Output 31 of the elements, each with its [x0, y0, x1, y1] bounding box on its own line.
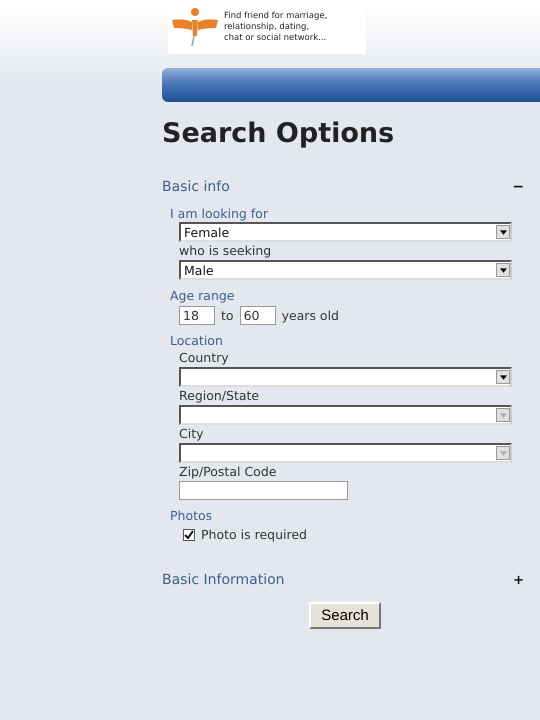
checkbox[interactable] — [183, 528, 195, 540]
checkbox-label[interactable]: Photo is required — [201, 527, 307, 542]
section-title[interactable]: Basic info — [162, 179, 230, 195]
figure-logo-icon — [170, 6, 220, 48]
tagline-text: Find friend for marriage, — [224, 10, 328, 22]
field-label: who is seeking — [179, 242, 272, 260]
range-separator: to — [221, 308, 234, 323]
dropdown[interactable]: Female — [179, 222, 512, 242]
toggle-sign[interactable]: + — [513, 572, 524, 588]
group-label: I am looking for — [170, 205, 269, 222]
dropdown[interactable] — [179, 405, 512, 425]
input-field[interactable]: 18 — [179, 306, 215, 325]
toggle-sign[interactable]: − — [512, 179, 524, 195]
range-suffix: years old — [282, 308, 339, 323]
field-label: Region/State — [179, 387, 260, 405]
search-button[interactable]: Search — [309, 602, 381, 629]
dropdown[interactable]: Male — [179, 260, 512, 280]
field-label: Zip/Postal Code — [179, 463, 278, 481]
page-title: Search Options — [162, 118, 396, 149]
tagline-text: relationship, dating, — [224, 22, 310, 32]
group-label: Location — [170, 332, 224, 349]
group-label: Age range — [170, 287, 236, 304]
section-title[interactable]: Basic Information — [162, 572, 285, 588]
tagline-text: chat or social network... — [224, 32, 328, 44]
field-label: Country — [179, 349, 230, 367]
dropdown[interactable] — [179, 443, 512, 463]
field-label: City — [179, 425, 204, 443]
input-field[interactable]: 60 — [240, 306, 276, 325]
group-label: Photos — [170, 507, 214, 524]
dropdown[interactable] — [179, 367, 512, 387]
input-field[interactable] — [179, 481, 348, 500]
